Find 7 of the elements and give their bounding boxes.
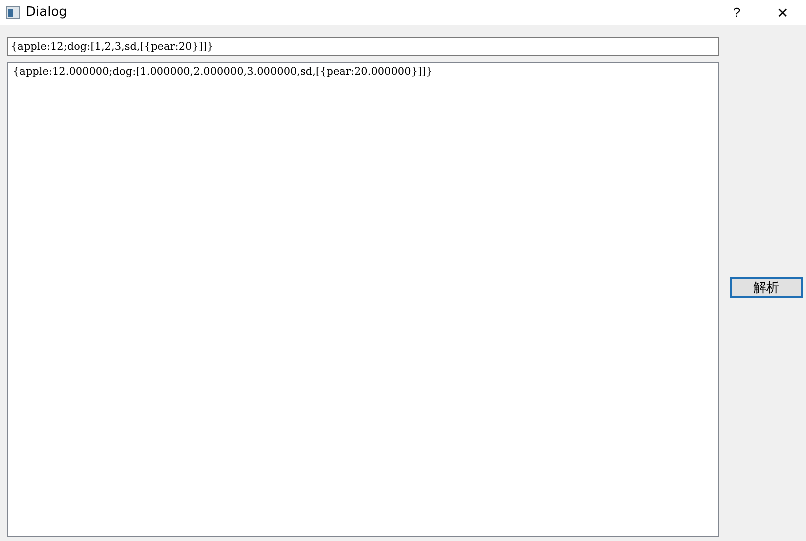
input-field[interactable]: {apple:12;dog:[1,2,3,sd,[{pear:20}]]} [7,37,719,56]
parse-button[interactable]: 解析 [730,276,803,298]
output-text-area[interactable]: {apple:12.000000;dog:[1.000000,2.000000,3.000000,sd,[{pear:20.000000}]]} [7,62,719,537]
close-button[interactable]: ✕ [760,0,806,25]
help-button[interactable]: ? [714,0,760,25]
window-icon [6,6,20,19]
window-title: Dialog [26,5,68,20]
